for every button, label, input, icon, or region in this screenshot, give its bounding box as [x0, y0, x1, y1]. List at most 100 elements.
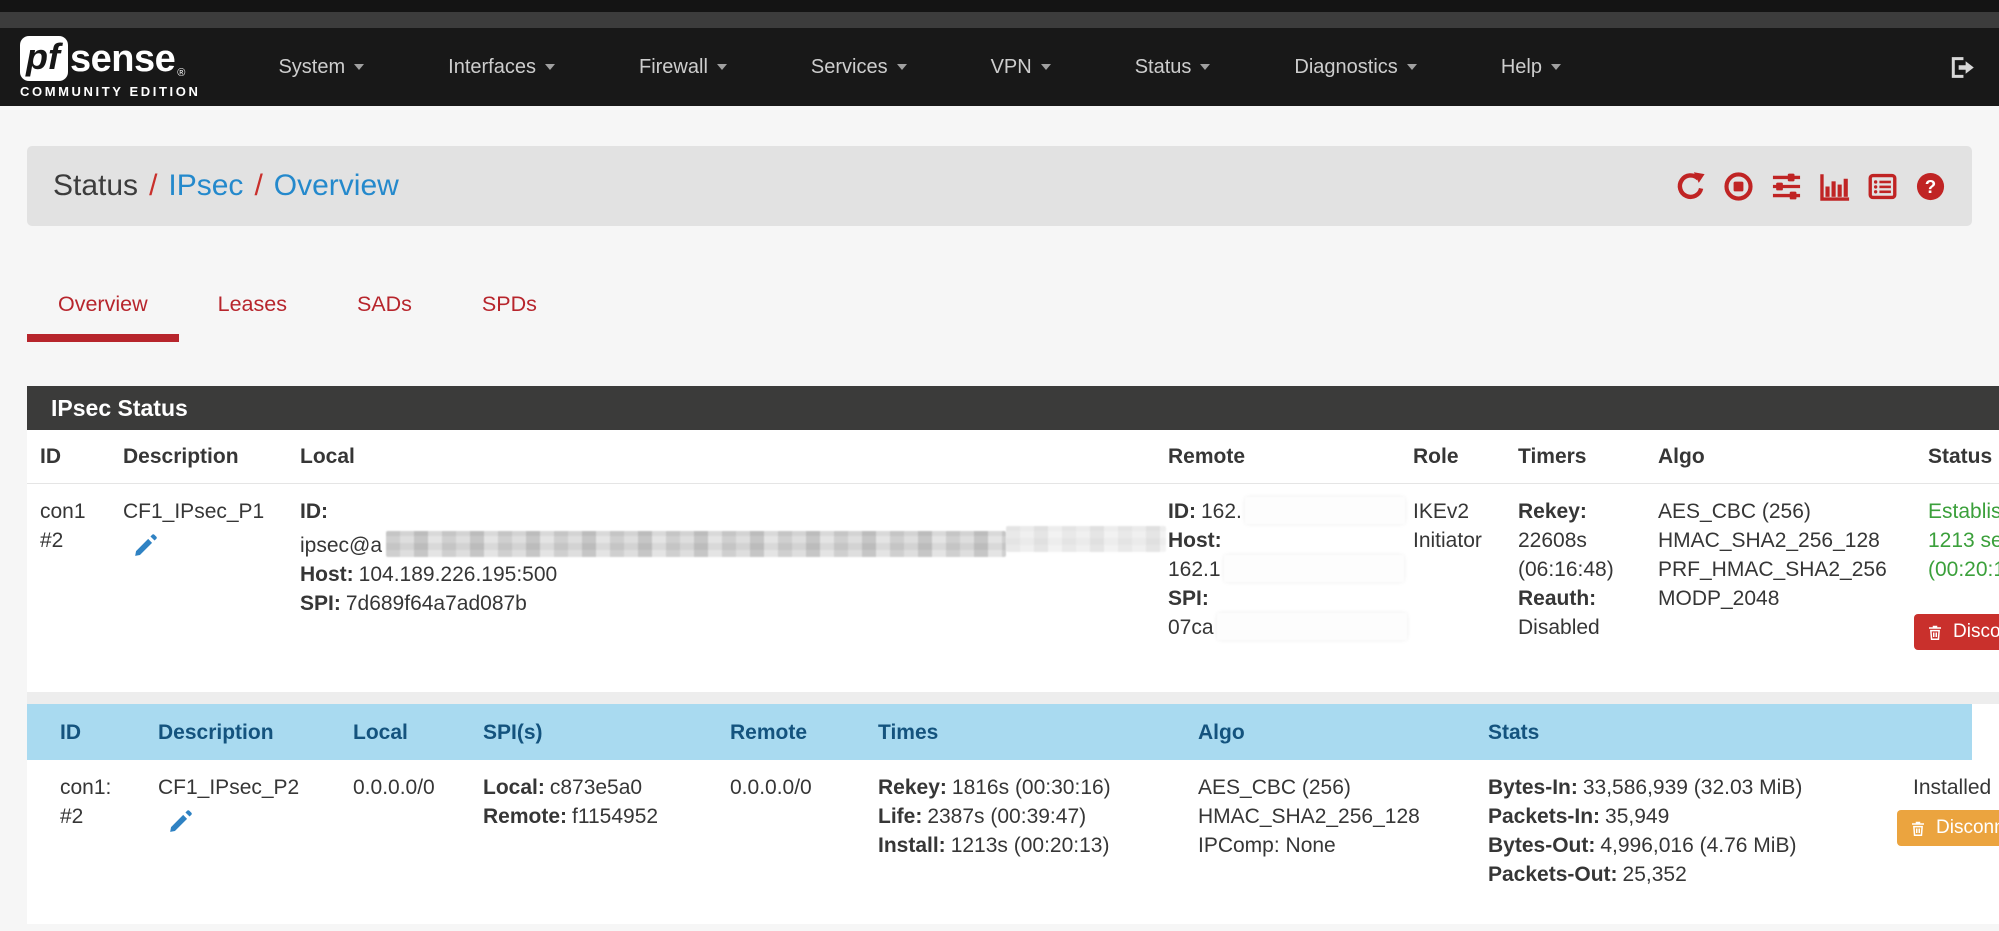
help-icon[interactable]: ? [1915, 171, 1946, 202]
ike-algo-cell: AES_CBC (256) HMAC_SHA2_256_128 PRF_HMAC… [1650, 484, 1920, 692]
browser-chrome-strip-dark [0, 0, 1999, 12]
ike-id-cell: con1 #2 [27, 484, 115, 692]
menu-item-services[interactable]: Services [811, 56, 907, 79]
tab-spds[interactable]: SPDs [451, 292, 568, 342]
column-header: Status [1920, 430, 1999, 483]
redacted-text [1245, 497, 1405, 524]
ike-table-header: ID Description Local Remote Role Timers … [27, 430, 1999, 484]
redacted-text [1224, 555, 1404, 582]
table-divider [27, 692, 1999, 704]
top-navbar: pf sense ® COMMUNITY EDITION System Inte… [0, 28, 1999, 106]
ike-description-cell: CF1_IPsec_P1 [115, 484, 292, 692]
redacted-text [386, 531, 1006, 557]
menu-item-firewall[interactable]: Firewall [639, 56, 727, 79]
menu-item-interfaces[interactable]: Interfaces [448, 56, 555, 79]
status-text: (00:20:13) [1928, 555, 1999, 584]
edit-icon[interactable] [168, 808, 194, 842]
child-stats-cell: Bytes-In:33,586,939 (32.03 MiB) Packets-… [1480, 760, 1905, 910]
chevron-down-icon [897, 64, 907, 70]
breadcrumb-link-overview[interactable]: Overview [274, 169, 399, 203]
menu-item-help[interactable]: Help [1501, 56, 1561, 79]
menu-item-status[interactable]: Status [1135, 56, 1211, 79]
column-header: Timers [1510, 430, 1650, 483]
column-header: Algo [1190, 704, 1480, 760]
ike-remote-cell: ID:162. Host: 162.1 SPI: 07ca [1160, 484, 1405, 692]
column-header-empty [1905, 704, 1972, 760]
column-header: Stats [1480, 704, 1905, 760]
ike-role-cell: IKEv2 Initiator [1405, 484, 1510, 692]
breadcrumb-separator: / [254, 169, 262, 203]
ipsec-status-panel: IPsec Status ID Description Local Remote… [27, 386, 1999, 924]
column-header: Role [1405, 430, 1510, 483]
refresh-icon[interactable] [1675, 171, 1706, 202]
column-header: ID [27, 704, 150, 760]
child-local-cell: 0.0.0.0/0 [345, 760, 475, 910]
column-header: Local [292, 430, 1160, 483]
child-id-cell: con1: #2 [27, 760, 150, 910]
stop-icon[interactable] [1723, 171, 1754, 202]
disconnect-button[interactable]: Disconnect [1914, 614, 1999, 650]
ike-local-cell: ID: ipsec@a Host:104.189.226.195:500 SPI… [292, 484, 1160, 692]
log-icon[interactable] [1867, 171, 1898, 202]
chevron-down-icon [1551, 64, 1561, 70]
menu-item-vpn[interactable]: VPN [991, 56, 1051, 79]
menu-item-system[interactable]: System [278, 56, 364, 79]
pfsense-logo[interactable]: pf sense ® COMMUNITY EDITION [20, 36, 200, 98]
trash-icon [1926, 623, 1944, 642]
menu-item-diagnostics[interactable]: Diagnostics [1294, 56, 1416, 79]
table-row: con1: #2 CF1_IPsec_P2 0.0.0.0/0 Local:c8… [27, 760, 1999, 924]
page-toolbar: ? [1675, 171, 1946, 202]
ike-status-cell: Established 1213 seconds (00:20:13) Disc… [1920, 484, 1999, 692]
chevron-down-icon [1200, 64, 1210, 70]
logo-edition-text: COMMUNITY EDITION [20, 85, 200, 98]
tab-leases[interactable]: Leases [187, 292, 318, 342]
breadcrumb-link-ipsec[interactable]: IPsec [168, 169, 243, 203]
redacted-text [1006, 526, 1166, 552]
ike-timers-cell: Rekey: 22608s (06:16:48) Reauth: Disable… [1510, 484, 1650, 692]
bar-chart-icon[interactable] [1819, 171, 1850, 202]
child-spi-cell: Local:c873e5a0 Remote:f1154952 [475, 760, 722, 910]
chevron-down-icon [1407, 64, 1417, 70]
child-state-cell: Installed Disconnect [1905, 760, 1999, 910]
breadcrumb-section: Status [53, 169, 138, 203]
column-header: ID [27, 430, 115, 483]
tab-sads[interactable]: SADs [326, 292, 443, 342]
edit-icon[interactable] [133, 532, 159, 566]
status-text: 1213 seconds [1928, 526, 1999, 555]
child-times-cell: Rekey:1816s (00:30:16) Life:2387s (00:39… [870, 760, 1190, 910]
panel-title: IPsec Status [27, 386, 1999, 430]
logo-sense-text: sense [70, 40, 175, 78]
chevron-down-icon [1041, 64, 1051, 70]
main-menu: System Interfaces Firewall Services VPN … [278, 56, 1560, 79]
chevron-down-icon [717, 64, 727, 70]
registered-mark: ® [177, 68, 185, 79]
breadcrumb: Status / IPsec / Overview ? [27, 146, 1972, 226]
column-header: Remote [1160, 430, 1405, 483]
column-header: Algo [1650, 430, 1920, 483]
browser-chrome-strip-light [0, 12, 1999, 28]
redacted-text [1217, 613, 1407, 640]
child-description-cell: CF1_IPsec_P2 [150, 760, 345, 910]
status-badge: Installed [1913, 773, 1999, 802]
pf-logo-mark: pf [20, 36, 68, 81]
page-content: Status / IPsec / Overview ? Overview Lea… [0, 146, 1999, 924]
column-header: Description [115, 430, 292, 483]
status-text: Established [1928, 497, 1999, 526]
sliders-icon[interactable] [1771, 171, 1802, 202]
disconnect-button[interactable]: Disconnect [1897, 810, 1999, 846]
column-header: Local [345, 704, 475, 760]
column-header: Remote [722, 704, 870, 760]
svg-text:?: ? [1925, 175, 1936, 196]
chevron-down-icon [354, 64, 364, 70]
chevron-down-icon [545, 64, 555, 70]
tab-bar: Overview Leases SADs SPDs [27, 292, 1999, 342]
column-header: Times [870, 704, 1190, 760]
trash-icon [1909, 819, 1927, 838]
tab-overview[interactable]: Overview [27, 292, 179, 342]
column-header: SPI(s) [475, 704, 722, 760]
sign-out-icon[interactable] [1946, 52, 1977, 83]
breadcrumb-separator: / [149, 169, 157, 203]
table-row: con1 #2 CF1_IPsec_P1 ID: ipsec@a Host:10… [27, 484, 1999, 692]
child-remote-cell: 0.0.0.0/0 [722, 760, 870, 910]
child-algo-cell: AES_CBC (256) HMAC_SHA2_256_128 IPComp: … [1190, 760, 1480, 910]
